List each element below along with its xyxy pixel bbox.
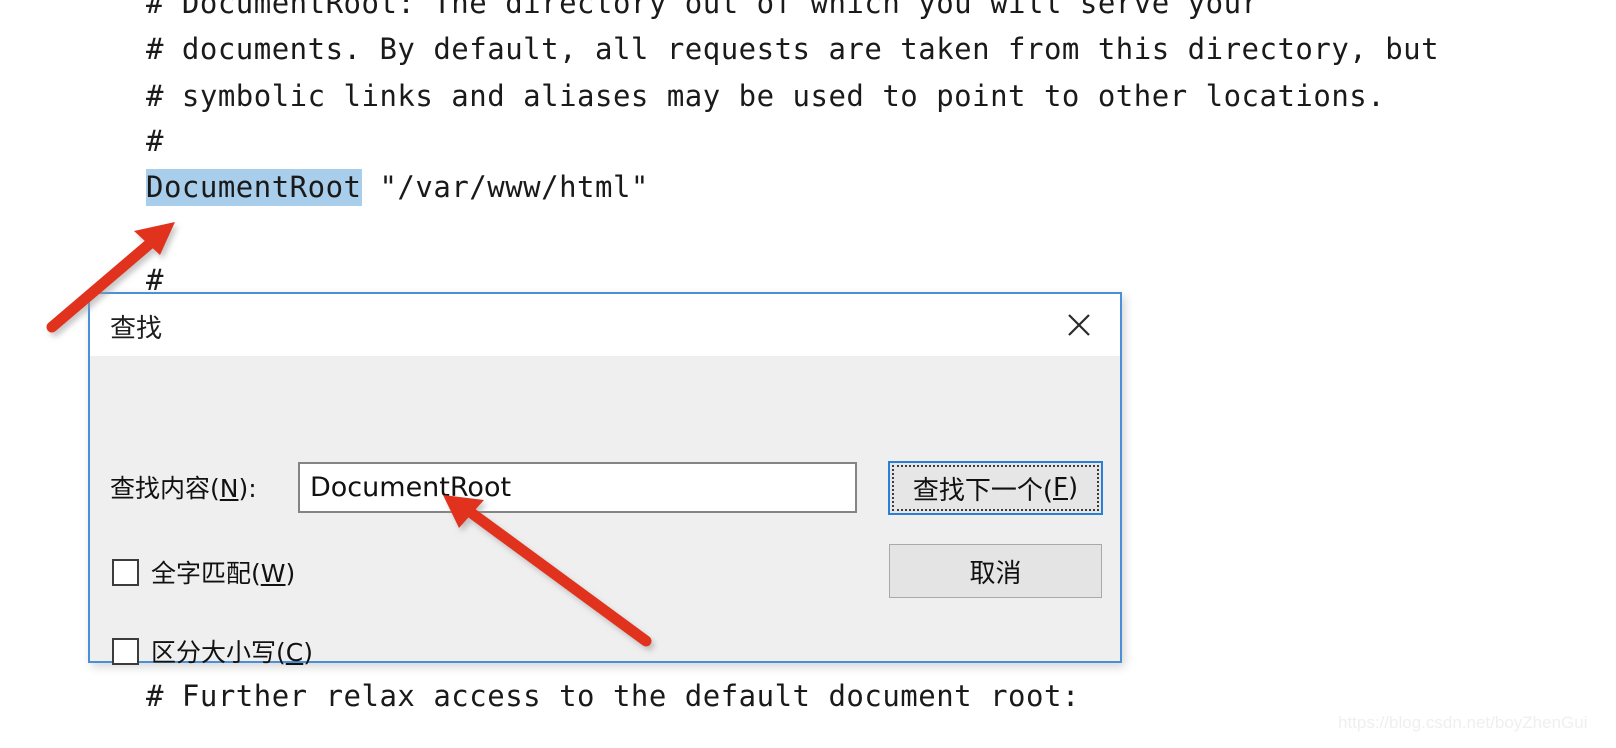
screenshot-root: # DocumentRoot: The directory out of whi… — [0, 0, 1616, 748]
code-line: # documents. By default, all requests ar… — [146, 32, 1440, 66]
checkbox-box[interactable] — [112, 558, 139, 586]
cancel-button[interactable]: 取消 — [889, 544, 1102, 598]
find-what-label: 查找内容(N): — [110, 469, 257, 505]
find-input[interactable] — [298, 462, 857, 513]
documentroot-value: "/var/www/html" — [361, 170, 649, 204]
checkbox-match-case-label: 区分大小写(C) — [151, 633, 313, 669]
checkbox-label-suffix: ) — [285, 559, 296, 588]
close-icon[interactable] — [1060, 306, 1098, 344]
find-next-label-suffix: ) — [1067, 473, 1079, 503]
find-what-label-suffix: ): — [238, 474, 257, 503]
checkbox-whole-word[interactable]: 全字匹配(W) — [112, 554, 295, 590]
code-line: # DocumentRoot: The directory out of whi… — [146, 0, 1260, 20]
find-next-label-prefix: 查找下一个( — [912, 475, 1054, 506]
checkbox-label-prefix: 区分大小写( — [151, 638, 286, 667]
code-line-documentroot: DocumentRoot "/var/www/html" — [146, 169, 649, 206]
checkbox-label-accel: W — [260, 559, 286, 588]
checkbox-box[interactable] — [112, 637, 139, 665]
find-next-button[interactable]: 查找下一个(F) — [888, 461, 1103, 515]
selected-text-highlight: DocumentRoot — [146, 169, 362, 206]
checkbox-whole-word-label: 全字匹配(W) — [151, 554, 295, 590]
find-next-label-accel: F — [1053, 473, 1068, 503]
find-what-label-prefix: 查找内容( — [110, 474, 220, 503]
cancel-label: 取消 — [969, 558, 1022, 589]
watermark: https://blog.csdn.net/boyZhenGui — [1338, 713, 1588, 732]
code-line: # — [146, 124, 164, 158]
checkbox-label-suffix: ) — [303, 638, 313, 667]
checkbox-label-prefix: 全字匹配( — [151, 559, 261, 588]
dialog-title: 查找 — [110, 314, 163, 344]
code-line: # Further relax access to the default do… — [146, 679, 1080, 713]
dialog-titlebar[interactable]: 查找 — [90, 294, 1120, 356]
code-line: # symbolic links and aliases may be used… — [146, 79, 1386, 113]
checkbox-label-accel: C — [285, 638, 304, 667]
checkbox-match-case[interactable]: 区分大小写(C) — [112, 633, 313, 669]
find-dialog: 查找 查找内容(N): 查找下一个(F) 取消 全字匹配(W) — [88, 292, 1122, 667]
dialog-body: 查找内容(N): 查找下一个(F) 取消 全字匹配(W) 区分大小写(C) — [90, 356, 1120, 667]
find-what-label-accel: N — [219, 474, 239, 503]
